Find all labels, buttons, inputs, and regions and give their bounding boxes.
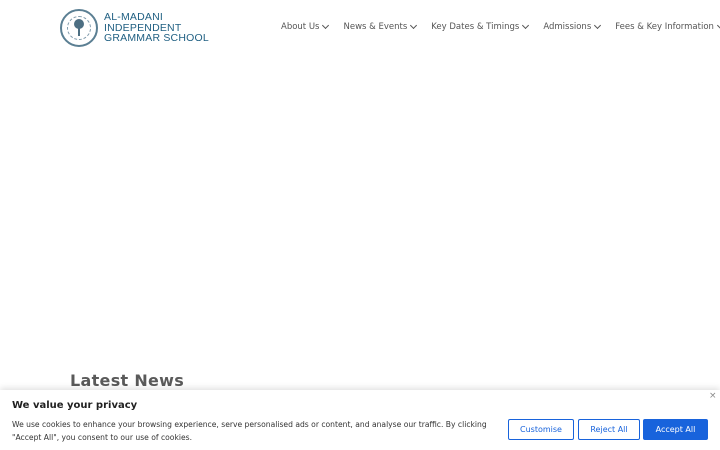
chevron-down-icon	[410, 21, 418, 30]
cookie-banner-title: We value your privacy	[12, 400, 138, 411]
school-name-line-3: GRAMMAR SCHOOL	[104, 32, 209, 45]
customise-button[interactable]: Customise	[508, 419, 574, 440]
nav-item-label: Key Dates & Timings	[431, 22, 520, 32]
school-crest-icon	[60, 9, 98, 47]
nav-item-admissions[interactable]: Admissions	[543, 21, 602, 32]
nav-item-fees[interactable]: Fees & Key Information	[615, 21, 720, 32]
nav-item-about-us[interactable]: About Us	[281, 21, 330, 32]
latest-news-heading: Latest News	[70, 371, 185, 390]
close-icon[interactable]: ×	[709, 391, 717, 401]
cookie-banner-description: We use cookies to enhance your browsing …	[12, 420, 487, 442]
accept-all-button[interactable]: Accept All	[643, 419, 708, 440]
chevron-down-icon	[522, 21, 530, 30]
nav-item-label: News & Events	[343, 22, 408, 32]
nav-item-key-dates[interactable]: Key Dates & Timings	[431, 21, 530, 32]
school-name: AL-MADANI INDEPENDENT GRAMMAR SCHOOL	[104, 12, 209, 44]
nav-item-news-events[interactable]: News & Events	[343, 21, 418, 32]
main-navigation: About Us News & Events Key Dates & Timin…	[281, 21, 720, 32]
site-header: AL-MADANI INDEPENDENT GRAMMAR SCHOOL Abo…	[0, 0, 720, 58]
school-logo[interactable]: AL-MADANI INDEPENDENT GRAMMAR SCHOOL	[60, 9, 209, 47]
nav-item-label: Admissions	[543, 22, 592, 32]
cookie-consent-banner: We value your privacy × We use cookies t…	[0, 390, 720, 450]
chevron-down-icon	[322, 21, 330, 30]
chevron-down-icon	[594, 21, 602, 30]
reject-all-button[interactable]: Reject All	[578, 419, 640, 440]
nav-item-label: About Us	[281, 22, 320, 32]
nav-item-label: Fees & Key Information	[615, 22, 714, 32]
